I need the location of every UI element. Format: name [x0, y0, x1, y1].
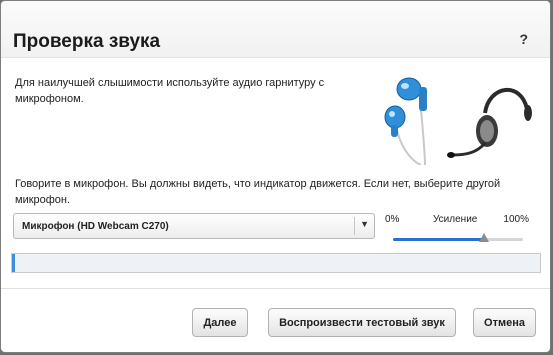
gain-label: Усиление	[433, 214, 478, 225]
microphone-select-value: Микрофон (HD Webcam C270)	[22, 221, 169, 232]
sound-check-dialog: Проверка звука ? Для наилучшей слышимост…	[0, 0, 551, 353]
play-test-sound-button[interactable]: Воспроизвести тестовый звук	[268, 308, 456, 337]
gain-slider[interactable]	[393, 238, 523, 241]
footer-divider	[1, 288, 550, 289]
headset-illustration	[381, 73, 541, 166]
microphone-select[interactable]: Микрофон (HD Webcam C270) ▼	[13, 213, 375, 239]
gain-min-label: 0%	[385, 214, 400, 225]
headset-recommendation-text: Для наилучшей слышимости используйте ауд…	[15, 77, 325, 105]
cancel-button[interactable]: Отмена	[473, 308, 536, 337]
gain-max-label: 100%	[503, 214, 529, 225]
help-icon[interactable]: ?	[519, 31, 528, 47]
speak-instruction-text: Говорите в микрофон. Вы должны видеть, ч…	[15, 178, 501, 206]
gain-control: 0% Усиление 100%	[385, 214, 531, 248]
earbuds-and-headset-image	[384, 77, 532, 166]
audio-level-fill	[12, 254, 15, 272]
gain-slider-thumb[interactable]	[479, 233, 489, 242]
audio-level-meter	[11, 253, 541, 273]
gain-slider-fill	[393, 238, 484, 241]
next-button[interactable]: Далее	[192, 308, 248, 337]
select-divider	[354, 217, 355, 235]
chevron-down-icon[interactable]: ▼	[360, 219, 369, 229]
dialog-titlebar: Проверка звука ?	[1, 1, 550, 58]
dialog-title: Проверка звука	[13, 31, 161, 52]
